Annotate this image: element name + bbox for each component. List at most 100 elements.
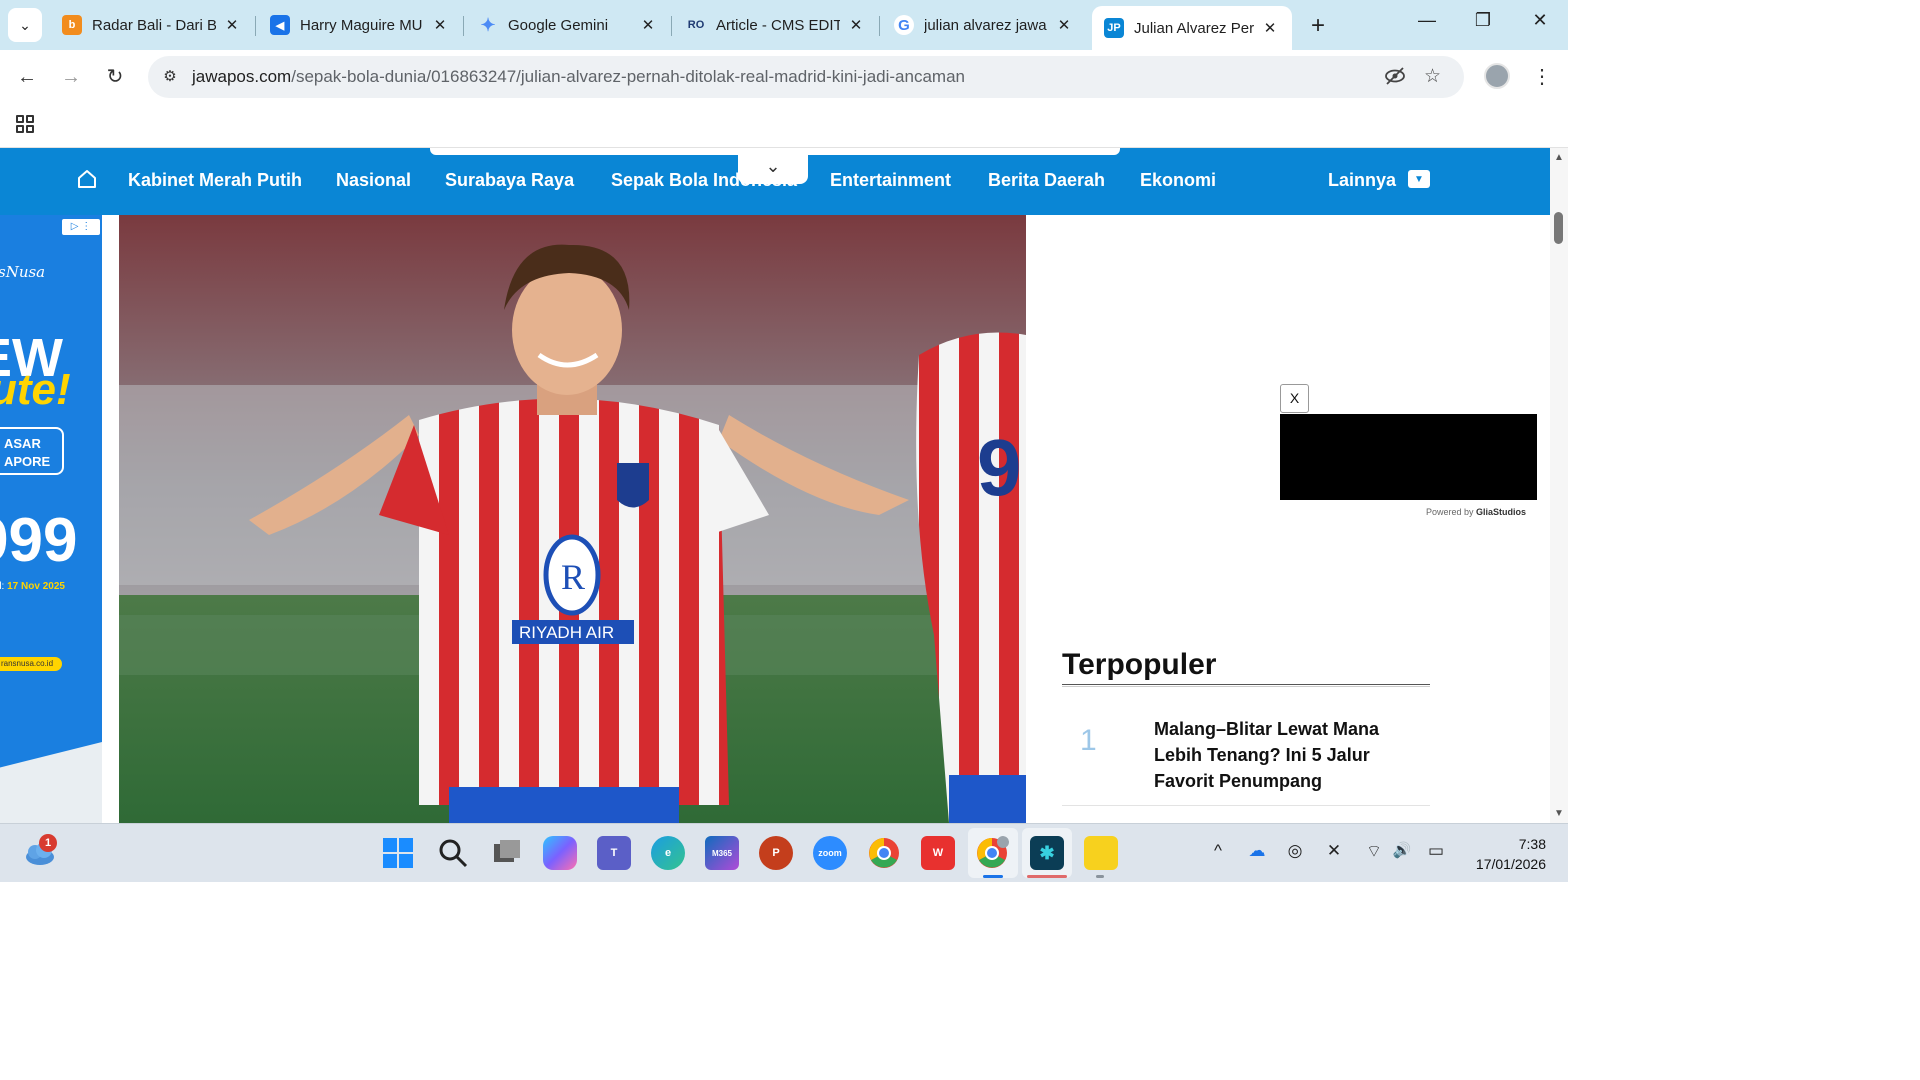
- ad-route-2: APORE: [4, 454, 51, 469]
- nav-surabaya-raya[interactable]: Surabaya Raya: [445, 170, 574, 191]
- nav-ekonomi[interactable]: Ekonomi: [1140, 170, 1216, 191]
- nav-kabinet-merah-putih[interactable]: Kabinet Merah Putih: [128, 170, 302, 191]
- tab-close-icon[interactable]: ✕: [638, 16, 658, 34]
- battery-icon[interactable]: ▭: [1424, 841, 1448, 861]
- scroll-thumb[interactable]: [1554, 212, 1563, 244]
- search-icon[interactable]: [436, 836, 470, 870]
- forward-button[interactable]: →: [56, 62, 86, 92]
- popular-article-link[interactable]: Malang–Blitar Lewat Mana Lebih Tenang? I…: [1154, 716, 1414, 794]
- tab-close-icon[interactable]: ✕: [1054, 16, 1074, 34]
- google-g-icon: G: [894, 15, 914, 35]
- weather-notification-badge: 1: [39, 834, 57, 852]
- nav-nasional[interactable]: Nasional: [336, 170, 411, 191]
- jawapos-favicon-icon: JP: [1104, 18, 1124, 38]
- tab-cms-editor[interactable]: RO Article - CMS EDITO ✕: [674, 6, 878, 44]
- video-ad-close-button[interactable]: X: [1280, 384, 1309, 413]
- sync-off-icon[interactable]: ✕: [1322, 841, 1346, 861]
- ad-headline-2: ute!: [0, 365, 71, 414]
- tab-separator: [255, 16, 256, 36]
- sticky-notes-icon[interactable]: [1084, 836, 1118, 870]
- expand-panel-chevron-icon[interactable]: ⌄: [738, 148, 808, 184]
- onedrive-cloud-icon[interactable]: ☁: [1245, 841, 1269, 861]
- article-favicon-icon: ◀: [270, 15, 290, 35]
- tab-title: Julian Alvarez Pern: [1134, 19, 1254, 37]
- capture-app-icon[interactable]: ✱: [1030, 836, 1064, 870]
- tab-google-gemini[interactable]: ✦ Google Gemini ✕: [466, 6, 670, 44]
- adchoices-icon[interactable]: ▷ ⋮: [62, 219, 100, 235]
- clock-date: 17/01/2026: [1475, 856, 1546, 872]
- article-hero-image: 9 R RIYADH AIR: [119, 215, 1026, 823]
- home-icon[interactable]: [76, 168, 98, 190]
- nav-berita-daerah[interactable]: Berita Daerah: [988, 170, 1105, 191]
- ad-site-link: ransnusa.co.id: [0, 657, 62, 671]
- cms-favicon-icon: RO: [687, 19, 705, 31]
- tab-strip: ⌄ b Radar Bali - Dari Ba ✕ ◀ Harry Magui…: [0, 0, 1568, 50]
- scroll-down-arrow-icon[interactable]: ▼: [1554, 808, 1564, 819]
- new-tab-button[interactable]: +: [1304, 12, 1332, 40]
- system-clock[interactable]: 7:38 17/01/2026: [1464, 834, 1546, 874]
- back-button[interactable]: ←: [12, 62, 42, 92]
- close-window-button[interactable]: ✕: [1525, 10, 1555, 31]
- page-scrollbar[interactable]: ▲ ▼: [1550, 148, 1568, 823]
- windows-start-icon[interactable]: [381, 836, 415, 870]
- running-indicator: [1027, 875, 1067, 878]
- web-page: Kabinet Merah Putih Nasional Surabaya Ra…: [0, 148, 1550, 823]
- m365-icon[interactable]: M365: [705, 836, 739, 870]
- ad-price: 999: [0, 506, 78, 575]
- zoom-icon[interactable]: zoom: [813, 836, 847, 870]
- minimize-button[interactable]: —: [1412, 10, 1442, 31]
- profile-avatar[interactable]: [1484, 63, 1510, 89]
- ad-route-pill: ASAR APORE: [0, 427, 64, 475]
- popular-rank: 1: [1080, 724, 1097, 757]
- tab-harry-maguire[interactable]: ◀ Harry Maguire MU ✕: [258, 6, 462, 44]
- video-ad-player[interactable]: [1280, 414, 1537, 500]
- tab-julian-alvarez-active[interactable]: JP Julian Alvarez Pern ✕: [1092, 6, 1292, 50]
- ad-period: d: 17 Nov 2025: [0, 581, 65, 592]
- tab-close-icon[interactable]: ✕: [222, 16, 242, 34]
- tab-separator: [671, 16, 672, 36]
- copilot-icon[interactable]: [543, 836, 577, 870]
- chrome-profile-icon[interactable]: [975, 836, 1009, 870]
- task-view-icon[interactable]: [490, 836, 524, 870]
- address-bar[interactable]: ⚙ jawapos.com/sepak-bola-dunia/016863247…: [148, 56, 1464, 98]
- url-path: /sepak-bola-dunia/016863247/julian-alvar…: [291, 67, 965, 86]
- apps-grid-icon[interactable]: [16, 115, 34, 133]
- ad-route-1: ASAR: [4, 436, 41, 451]
- teams-icon[interactable]: T: [597, 836, 631, 870]
- tab-close-icon[interactable]: ✕: [1260, 19, 1280, 37]
- scroll-up-arrow-icon[interactable]: ▲: [1554, 152, 1564, 163]
- player-photo-illustration: 9 R RIYADH AIR: [119, 215, 1026, 823]
- chrome-icon[interactable]: [867, 836, 901, 870]
- url-text[interactable]: jawapos.com/sepak-bola-dunia/016863247/j…: [192, 67, 965, 87]
- tab-close-icon[interactable]: ✕: [430, 16, 450, 34]
- tab-title: Google Gemini: [508, 16, 609, 34]
- browser-menu-icon[interactable]: ⋮: [1532, 64, 1552, 89]
- bookmarks-bar: [0, 104, 1568, 148]
- wps-office-icon[interactable]: W: [921, 836, 955, 870]
- wifi-icon[interactable]: ⌔: [1362, 841, 1386, 862]
- powered-prefix: Powered by: [1426, 507, 1474, 517]
- site-info-tune-icon[interactable]: ⚙: [160, 67, 180, 87]
- restore-button[interactable]: ❐: [1468, 10, 1498, 31]
- volume-icon[interactable]: 🔊: [1390, 841, 1414, 859]
- powerpoint-icon[interactable]: P: [759, 836, 793, 870]
- tracking-protection-eye-icon[interactable]: [1384, 65, 1406, 93]
- tab-close-icon[interactable]: ✕: [846, 16, 866, 34]
- tab-search-chevron-icon[interactable]: ⌄: [8, 8, 42, 42]
- ad-brand: sNusa: [0, 263, 46, 281]
- show-hidden-icons-chevron-icon[interactable]: ^: [1206, 841, 1230, 861]
- edge-icon[interactable]: e: [651, 836, 685, 870]
- popular-section-title: Terpopuler: [1062, 648, 1217, 681]
- nav-entertainment[interactable]: Entertainment: [830, 170, 951, 191]
- bookmark-star-icon[interactable]: ☆: [1424, 65, 1441, 88]
- caret-down-icon[interactable]: ▼: [1408, 170, 1430, 188]
- location-icon[interactable]: ◎: [1283, 841, 1307, 861]
- reload-button[interactable]: ↻: [100, 62, 130, 92]
- section-divider: [1062, 684, 1430, 687]
- powered-brand: GliaStudios: [1476, 507, 1527, 517]
- nav-lainnya[interactable]: Lainnya: [1328, 170, 1396, 191]
- tab-radar-bali[interactable]: b Radar Bali - Dari Ba ✕: [50, 6, 254, 44]
- tab-google-search[interactable]: G julian alvarez jawa ✕: [882, 6, 1086, 44]
- left-advertisement[interactable]: ▷ ⋮ sNusa EW ute! ASARAPORE 999 d: 17 No…: [0, 215, 102, 823]
- radar-bali-favicon-icon: b: [62, 15, 82, 35]
